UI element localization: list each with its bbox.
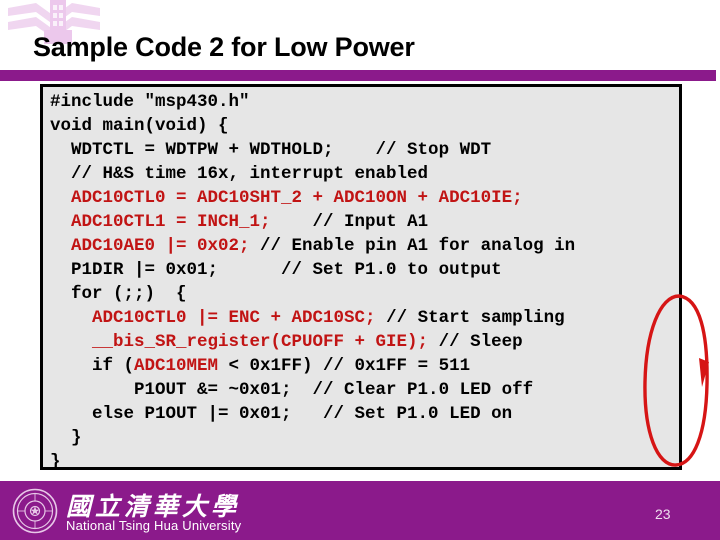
code-token-plain: if ( — [50, 356, 135, 376]
code-line: } — [50, 426, 679, 450]
code-line: if (ADC10MEM < 0x1FF) // 0x1FF = 511 — [50, 354, 679, 378]
code-block: #include "msp430.h" void main(void) { WDT… — [40, 84, 682, 470]
code-token-plain: WDTCTL = WDTPW + WDTHOLD; // Stop WDT — [50, 140, 492, 160]
code-line: ADC10CTL0 = ADC10SHT_2 + ADC10ON + ADC10… — [50, 186, 679, 210]
page-title: Sample Code 2 for Low Power — [33, 32, 415, 62]
code-token-plain: // H&S time 16x, interrupt enabled — [50, 164, 429, 184]
code-token-plain: } — [50, 452, 61, 470]
code-line: } — [50, 450, 679, 470]
code-token-plain: < 0x1FF) // 0x1FF = 511 — [218, 356, 471, 376]
code-token-plain: void main(void) { — [50, 116, 229, 136]
code-line: else P1OUT |= 0x01; // Set P1.0 LED on — [50, 402, 679, 426]
code-line: WDTCTL = WDTPW + WDTHOLD; // Stop WDT — [50, 138, 679, 162]
university-seal-icon — [12, 488, 58, 534]
code-line: P1OUT &= ~0x01; // Clear P1.0 LED off — [50, 378, 679, 402]
code-token-plain: // Input A1 — [270, 212, 429, 232]
code-token-keyword: ADC10CTL0 |= ENC + ADC10SC; — [50, 308, 376, 328]
code-line: // H&S time 16x, interrupt enabled — [50, 162, 679, 186]
code-token-plain: // Enable pin A1 for analog in — [249, 236, 576, 256]
code-token-keyword: ADC10AE0 |= 0x02; — [50, 236, 250, 256]
code-token-plain: } — [50, 428, 82, 448]
university-name-en: National Tsing Hua University — [66, 518, 242, 533]
page-number: 23 — [655, 506, 671, 522]
code-listing: #include "msp430.h" void main(void) { WDT… — [50, 90, 679, 470]
code-token-keyword: ADC10CTL1 = INCH_1; — [50, 212, 271, 232]
code-token-plain: P1OUT &= ~0x01; // Clear P1.0 LED off — [50, 380, 534, 400]
code-token-plain: else P1OUT |= 0x01; // Set P1.0 LED on — [50, 404, 513, 424]
code-line: ADC10CTL0 |= ENC + ADC10SC; // Start sam… — [50, 306, 679, 330]
title-divider — [0, 70, 716, 81]
code-token-keyword: ADC10MEM — [134, 356, 219, 376]
code-line: void main(void) { — [50, 114, 679, 138]
code-line: ADC10AE0 |= 0x02; // Enable pin A1 for a… — [50, 234, 679, 258]
code-token-plain: // Start sampling — [375, 308, 565, 328]
code-token-keyword: ADC10CTL0 = ADC10SHT_2 + ADC10ON + ADC10… — [50, 188, 523, 208]
code-token-keyword: __bis_SR_register(CPUOFF + GIE); — [50, 332, 429, 352]
code-token-plain: // Sleep — [428, 332, 523, 352]
code-line: __bis_SR_register(CPUOFF + GIE); // Slee… — [50, 330, 679, 354]
code-token-plain: for (;;) { — [50, 284, 187, 304]
code-line: ADC10CTL1 = INCH_1; // Input A1 — [50, 210, 679, 234]
code-line: for (;;) { — [50, 282, 679, 306]
code-token-plain: #include "msp430.h" — [50, 92, 250, 112]
code-line: #include "msp430.h" — [50, 90, 679, 114]
code-line: P1DIR |= 0x01; // Set P1.0 to output — [50, 258, 679, 282]
code-token-plain: P1DIR |= 0x01; // Set P1.0 to output — [50, 260, 502, 280]
